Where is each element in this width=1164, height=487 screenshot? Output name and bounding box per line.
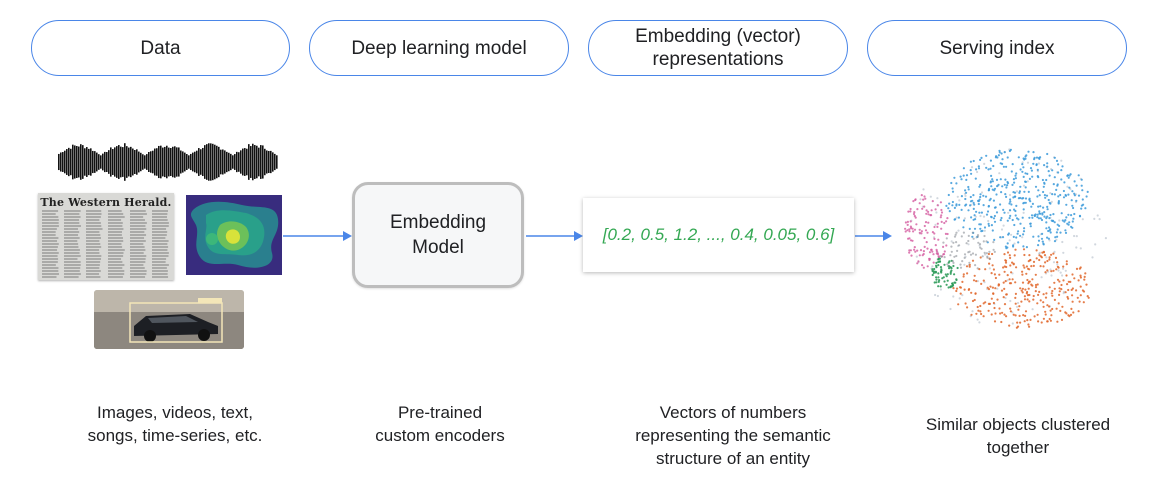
arrow-model-to-vector xyxy=(526,231,583,241)
car-graphic xyxy=(94,290,244,349)
header-embedding-label: Embedding (vector) representations xyxy=(635,26,801,70)
heatmap-image xyxy=(186,195,282,275)
embedding-model-box: Embedding Model xyxy=(352,182,524,288)
header-data-label: Data xyxy=(140,37,181,59)
header-data: Data xyxy=(31,20,290,76)
car-detection-image xyxy=(94,290,244,349)
vector-text: [0.2, 0.5, 1.2, ..., 0.4, 0.05, 0.6] xyxy=(602,225,835,244)
embedding-model-label: Embedding Model xyxy=(389,212,487,258)
waveform-graphic xyxy=(58,143,278,181)
arrow-vector-to-index xyxy=(855,231,892,241)
arrow-data-to-model xyxy=(283,231,352,241)
heatmap-graphic xyxy=(186,195,282,275)
header-deep-learning-model: Deep learning model xyxy=(309,20,569,76)
vector-box: [0.2, 0.5, 1.2, ..., 0.4, 0.05, 0.6] xyxy=(583,198,854,272)
caption-data: Images, videos, text, songs, time-series… xyxy=(87,403,263,445)
audio-waveform-image xyxy=(56,141,279,183)
caption-model: Pre-trained custom encoders xyxy=(375,403,505,445)
header-index-label: Serving index xyxy=(939,37,1055,59)
caption-index: Similar objects clustered together xyxy=(925,415,1111,457)
header-serving-index: Serving index xyxy=(867,20,1127,76)
newspaper-columns xyxy=(42,210,169,278)
caption-embedding: Vectors of numbers representing the sema… xyxy=(635,403,831,468)
header-embedding-representations: Embedding (vector) representations xyxy=(588,20,848,76)
newspaper-image: The Western Herald. xyxy=(38,193,174,280)
cluster-scatter-image xyxy=(904,148,1107,329)
header-model-label: Deep learning model xyxy=(351,37,527,59)
